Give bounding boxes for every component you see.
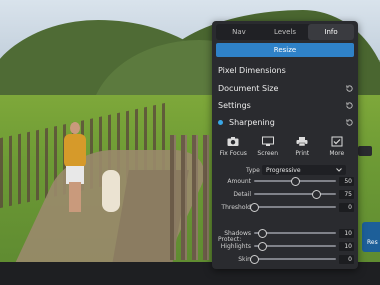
tab-info[interactable]: Info [308, 24, 354, 40]
section-label: Pixel Dimensions [218, 65, 286, 75]
slider-knob[interactable] [250, 255, 259, 264]
shadows-slider[interactable] [254, 228, 336, 238]
threshold-row: Threshold 0 [216, 202, 356, 212]
shadows-row: Shadows 10 [216, 228, 356, 238]
highlights-slider[interactable] [254, 241, 336, 251]
type-label: Type [246, 167, 260, 174]
tool-label: More [329, 150, 345, 157]
sharpening-enabled-dot[interactable] [218, 119, 223, 125]
tool-label: Fix Focus [219, 150, 247, 157]
type-select[interactable]: Progressive [262, 165, 346, 175]
tool-label: Screen [257, 150, 279, 157]
reset-icon[interactable] [345, 118, 354, 127]
section-pixel-dimensions[interactable]: Pixel Dimensions [218, 63, 354, 77]
resize-edge-label: Res [367, 239, 378, 246]
slider-label: Threshold [221, 203, 251, 211]
slider-label: Highlights [220, 242, 251, 250]
slider-knob[interactable] [250, 203, 259, 212]
slider-label: Amount [227, 177, 251, 185]
highlights-value-field[interactable]: 10 [339, 241, 354, 251]
panel-tabs: Nav Levels Info [216, 24, 354, 40]
section-label: Document Size [218, 83, 279, 93]
slider-knob[interactable] [291, 177, 300, 186]
info-panel: Nav Levels Info Resize Pixel Dimensions … [212, 21, 358, 269]
more-checkbox-icon [331, 136, 343, 147]
slider-knob[interactable] [258, 242, 268, 251]
slider-label: Detail [233, 190, 251, 198]
resize-button[interactable]: Resize [216, 43, 354, 57]
section-document-size[interactable]: Document Size [218, 81, 354, 95]
detail-value-field[interactable]: 75 [339, 189, 354, 199]
slider-label: Skin [238, 255, 251, 263]
reset-icon[interactable] [345, 101, 354, 110]
highlights-row: Highlights 10 [216, 241, 356, 251]
fix-focus-button[interactable]: Fix Focus [216, 136, 251, 162]
slider-knob[interactable] [258, 229, 268, 238]
chevron-down-icon [336, 168, 342, 172]
slider-label: Shadows [224, 229, 251, 237]
printer-icon [296, 137, 308, 147]
slider-knob[interactable] [311, 190, 321, 199]
camera-icon [227, 137, 239, 146]
skin-row: Skin 0 [216, 254, 356, 264]
section-settings[interactable]: Settings [218, 98, 354, 112]
shadows-value-field[interactable]: 10 [339, 228, 354, 238]
threshold-value-field[interactable]: 0 [339, 202, 354, 212]
amount-slider[interactable] [254, 176, 336, 186]
sharpening-tools: Fix Focus Screen Print More [216, 136, 354, 162]
photo-fence [170, 135, 215, 260]
threshold-slider[interactable] [250, 202, 336, 212]
reset-icon[interactable] [345, 84, 354, 93]
monitor-icon [261, 136, 274, 146]
section-label: Settings [218, 100, 251, 110]
skin-slider[interactable] [250, 254, 336, 264]
detail-row: Detail 75 [216, 189, 356, 199]
section-label: Sharpening [229, 117, 275, 127]
tab-nav[interactable]: Nav [216, 24, 262, 40]
detail-slider[interactable] [254, 189, 336, 199]
photo-person [62, 122, 88, 222]
edge-control[interactable] [358, 146, 372, 156]
photo-dog [102, 170, 120, 212]
more-button[interactable]: More [320, 136, 355, 162]
amount-value-field[interactable]: 50 [339, 176, 354, 186]
type-value: Progressive [266, 166, 301, 174]
amount-row: Amount 50 [216, 176, 356, 186]
tool-label: Print [295, 150, 310, 157]
resize-edge-button[interactable]: Res [362, 222, 380, 252]
skin-value-field[interactable]: 0 [339, 254, 354, 264]
print-button[interactable]: Print [285, 136, 320, 162]
tab-levels[interactable]: Levels [262, 24, 308, 40]
section-sharpening[interactable]: Sharpening [218, 115, 354, 129]
screen-button[interactable]: Screen [251, 136, 286, 162]
